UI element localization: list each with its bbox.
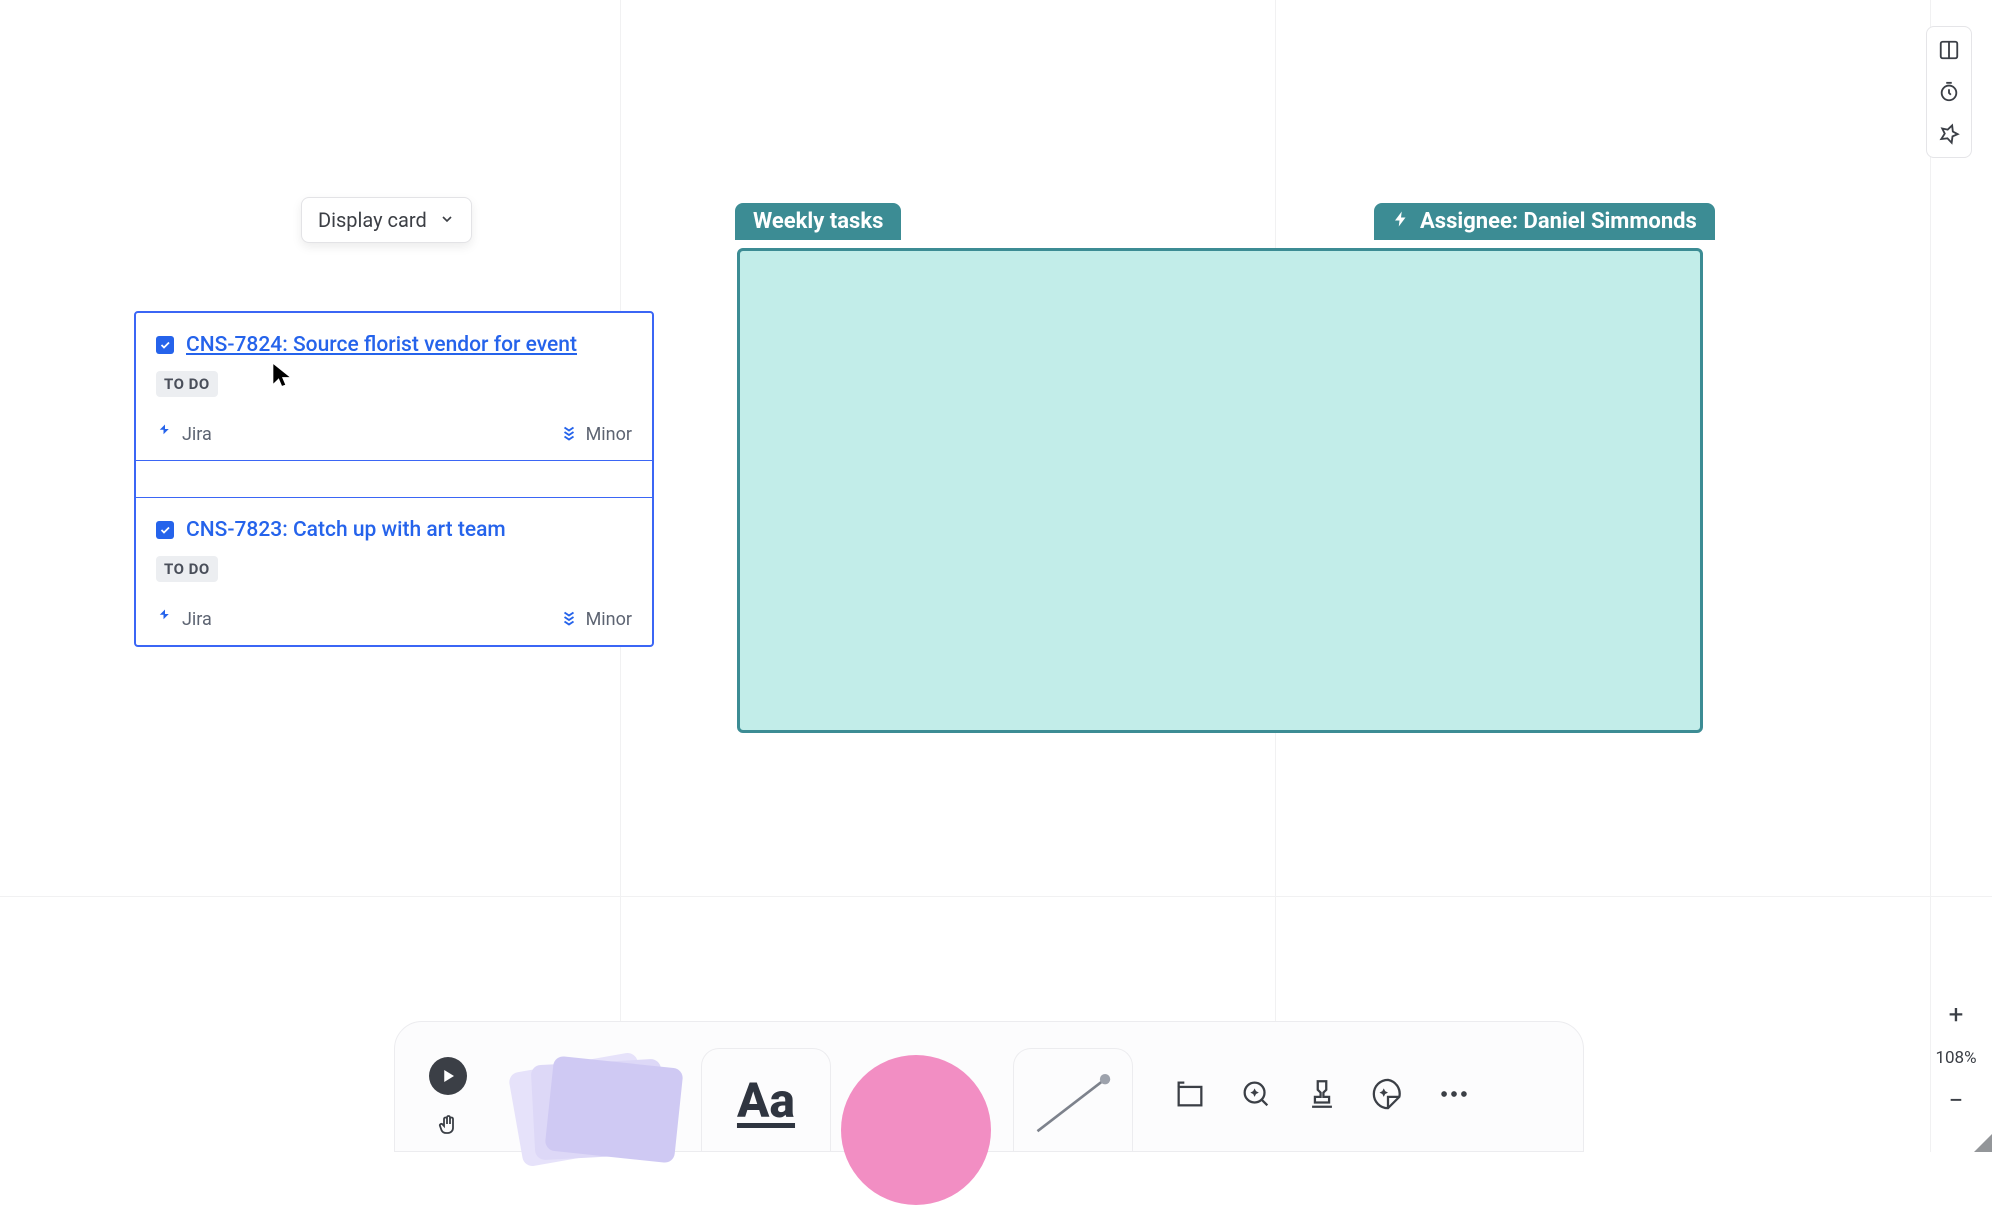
display-card-label: Display card [318,208,427,232]
zoom-in-button[interactable]: + [1949,1000,1964,1030]
top-right-toolbar [1926,26,1972,158]
section-label-text: Weekly tasks [753,209,883,234]
text-tool[interactable]: Aa [701,1048,831,1152]
task-priority: Minor [560,423,632,446]
task-status-badge: TO DO [156,371,218,397]
zoom-controls: + 108% − [1928,1000,1984,1116]
task-priority-label: Minor [586,609,632,630]
frame-tool-icon[interactable] [1173,1077,1207,1115]
sticker-tool-icon[interactable] [1371,1077,1405,1115]
frame-icon[interactable] [1932,33,1966,67]
section-label-weekly[interactable]: Weekly tasks [735,203,901,240]
task-status-badge: TO DO [156,556,218,582]
hand-tool-icon[interactable] [436,1113,460,1141]
task-source-label: Jira [182,609,212,630]
priority-minor-icon [560,608,578,631]
assignee-text: Assignee: Daniel Simmonds [1420,209,1697,234]
play-button[interactable] [429,1057,467,1095]
task-source: Jira [156,608,212,631]
resize-handle-icon[interactable] [1974,1134,1992,1152]
task-checkbox-icon [156,521,174,539]
lightning-icon [1392,209,1410,234]
sticky-notes-tool[interactable] [481,1041,681,1151]
task-title-link[interactable]: CNS-7824: Source florist vendor for even… [186,333,577,357]
stamp-tool-icon[interactable] [1305,1077,1339,1115]
zoom-value[interactable]: 108% [1935,1048,1976,1068]
bottom-toolbar: Aa [394,1021,1584,1152]
task-card[interactable]: CNS-7823: Catch up with art team TO DO J… [136,498,652,645]
connector-tool[interactable] [1013,1048,1133,1152]
section-label-assignee[interactable]: Assignee: Daniel Simmonds [1374,203,1715,240]
display-card-dropdown[interactable]: Display card [301,197,472,243]
task-card-group[interactable]: CNS-7824: Source florist vendor for even… [134,311,654,647]
task-priority-label: Minor [586,424,632,445]
timer-icon[interactable] [1932,75,1966,109]
text-tool-label: Aa [737,1072,795,1129]
weekly-tasks-frame[interactable] [737,248,1703,733]
pin-icon[interactable] [1932,117,1966,151]
search-sparkle-icon[interactable] [1239,1077,1273,1115]
priority-minor-icon [560,423,578,446]
card-divider [136,460,652,498]
task-title-link[interactable]: CNS-7823: Catch up with art team [186,518,506,542]
task-card[interactable]: CNS-7824: Source florist vendor for even… [136,313,652,460]
more-tools-icon[interactable] [1437,1077,1471,1115]
zoom-out-button[interactable]: − [1949,1086,1964,1116]
jira-icon [156,608,174,631]
circle-shape-icon [841,1055,991,1205]
task-checkbox-icon [156,336,174,354]
task-priority: Minor [560,608,632,631]
task-source: Jira [156,423,212,446]
shape-tool[interactable] [831,1048,1001,1152]
task-source-label: Jira [182,424,212,445]
chevron-down-icon [439,208,455,232]
jira-icon [156,423,174,446]
